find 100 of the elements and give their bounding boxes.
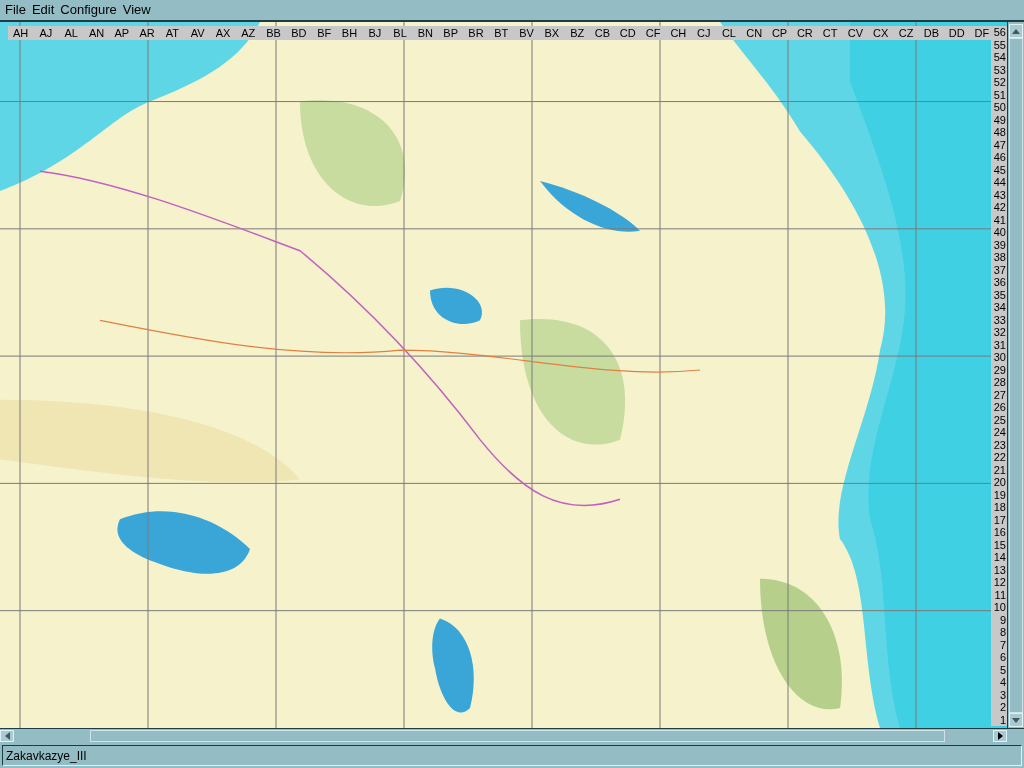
- column-label: BT: [493, 26, 510, 40]
- row-label: 17: [992, 513, 1007, 526]
- row-label: 47: [992, 138, 1007, 151]
- row-label: 24: [992, 426, 1007, 439]
- column-label: CN: [745, 26, 764, 40]
- column-label: AZ: [240, 26, 257, 40]
- row-label: 31: [992, 338, 1007, 351]
- column-label: CH: [669, 26, 688, 40]
- row-label: 10: [992, 601, 1007, 614]
- row-label: 18: [992, 501, 1007, 514]
- column-label: AJ: [38, 26, 54, 40]
- row-label: 41: [992, 213, 1007, 226]
- column-label: BV: [518, 26, 535, 40]
- row-label: 12: [992, 576, 1007, 589]
- column-label: CZ: [897, 26, 915, 40]
- column-label: BJ: [367, 26, 383, 40]
- scroll-thumb[interactable]: [1009, 38, 1023, 713]
- column-label: CR: [795, 26, 814, 40]
- column-label: CP: [770, 26, 789, 40]
- row-label: 15: [992, 538, 1007, 551]
- row-label: 44: [992, 176, 1007, 189]
- row-label: 36: [992, 276, 1007, 289]
- column-label: AL: [63, 26, 79, 40]
- row-label: 55: [992, 38, 1007, 51]
- row-label: 19: [992, 488, 1007, 501]
- row-label: 56: [992, 26, 1007, 39]
- row-label: 51: [992, 88, 1007, 101]
- row-label: 37: [992, 263, 1007, 276]
- row-label: 13: [992, 563, 1007, 576]
- row-label: 1: [998, 713, 1007, 726]
- scroll-down-icon[interactable]: [1009, 713, 1023, 727]
- column-label: AV: [189, 26, 206, 40]
- row-label: 32: [992, 326, 1007, 339]
- column-label: CX: [872, 26, 890, 40]
- row-label: 16: [992, 526, 1007, 539]
- row-label: 29: [992, 363, 1007, 376]
- menu-item[interactable]: View: [122, 0, 151, 20]
- row-label: 8: [998, 626, 1007, 639]
- column-label: AT: [164, 26, 181, 40]
- column-label: DF: [973, 26, 991, 40]
- row-label: 7: [998, 638, 1007, 651]
- row-label: 27: [992, 388, 1007, 401]
- row-label: 48: [992, 126, 1007, 139]
- row-label: 6: [998, 651, 1007, 664]
- column-label: AH: [12, 26, 30, 40]
- row-label: 11: [993, 588, 1007, 601]
- row-label: 43: [992, 188, 1007, 201]
- row-label: 52: [992, 76, 1007, 89]
- column-label: CT: [821, 26, 839, 40]
- column-label: CL: [720, 26, 737, 40]
- row-label: 39: [992, 238, 1007, 251]
- row-label: 42: [992, 201, 1007, 214]
- row-label: 23: [992, 438, 1007, 451]
- vertical-scrollbar[interactable]: [1007, 22, 1024, 728]
- scroll-thumb[interactable]: [90, 730, 945, 742]
- scroll-up-icon[interactable]: [1009, 24, 1023, 38]
- row-label: 21: [992, 463, 1007, 476]
- column-label: BL: [392, 26, 408, 40]
- scroll-right-icon[interactable]: [993, 730, 1007, 742]
- menu-item[interactable]: Configure: [60, 0, 117, 20]
- row-label: 9: [998, 613, 1007, 626]
- scroll-left-icon[interactable]: [0, 730, 14, 742]
- row-label: 38: [992, 251, 1007, 264]
- column-label: BZ: [569, 26, 586, 40]
- row-label: 4: [998, 676, 1007, 689]
- row-label: 2: [998, 701, 1007, 714]
- column-label: CB: [593, 26, 612, 40]
- row-label: 22: [992, 451, 1007, 464]
- row-label: 45: [992, 163, 1007, 176]
- column-label: CF: [644, 26, 662, 40]
- column-label: CD: [618, 26, 637, 40]
- menu-item[interactable]: File: [5, 0, 26, 20]
- column-label: CJ: [695, 26, 712, 40]
- column-label: BB: [265, 26, 282, 40]
- column-label: BD: [290, 26, 308, 40]
- row-label: 3: [998, 688, 1007, 701]
- row-label: 53: [992, 63, 1007, 76]
- row-label: 25: [992, 413, 1007, 426]
- row-label: 34: [992, 301, 1007, 314]
- row-label: 28: [992, 376, 1007, 389]
- column-label: BR: [467, 26, 485, 40]
- column-label: AP: [113, 26, 131, 40]
- row-label: 46: [992, 151, 1007, 164]
- column-label: AR: [138, 26, 156, 40]
- row-label: 33: [992, 313, 1007, 326]
- row-label: 35: [992, 288, 1007, 301]
- row-label: 26: [992, 401, 1007, 414]
- column-label: BN: [416, 26, 435, 40]
- column-label: BX: [543, 26, 561, 40]
- column-label: BH: [340, 26, 359, 40]
- column-label: DB: [922, 26, 940, 40]
- menu-item[interactable]: Edit: [31, 0, 55, 20]
- column-label: BP: [442, 26, 460, 40]
- column-label: AN: [87, 26, 106, 40]
- column-label: BF: [316, 26, 333, 40]
- row-label: 14: [992, 551, 1007, 564]
- column-label: DD: [947, 26, 966, 40]
- row-label: 30: [992, 351, 1007, 364]
- row-label: 40: [992, 226, 1007, 239]
- row-label: 5: [998, 663, 1007, 676]
